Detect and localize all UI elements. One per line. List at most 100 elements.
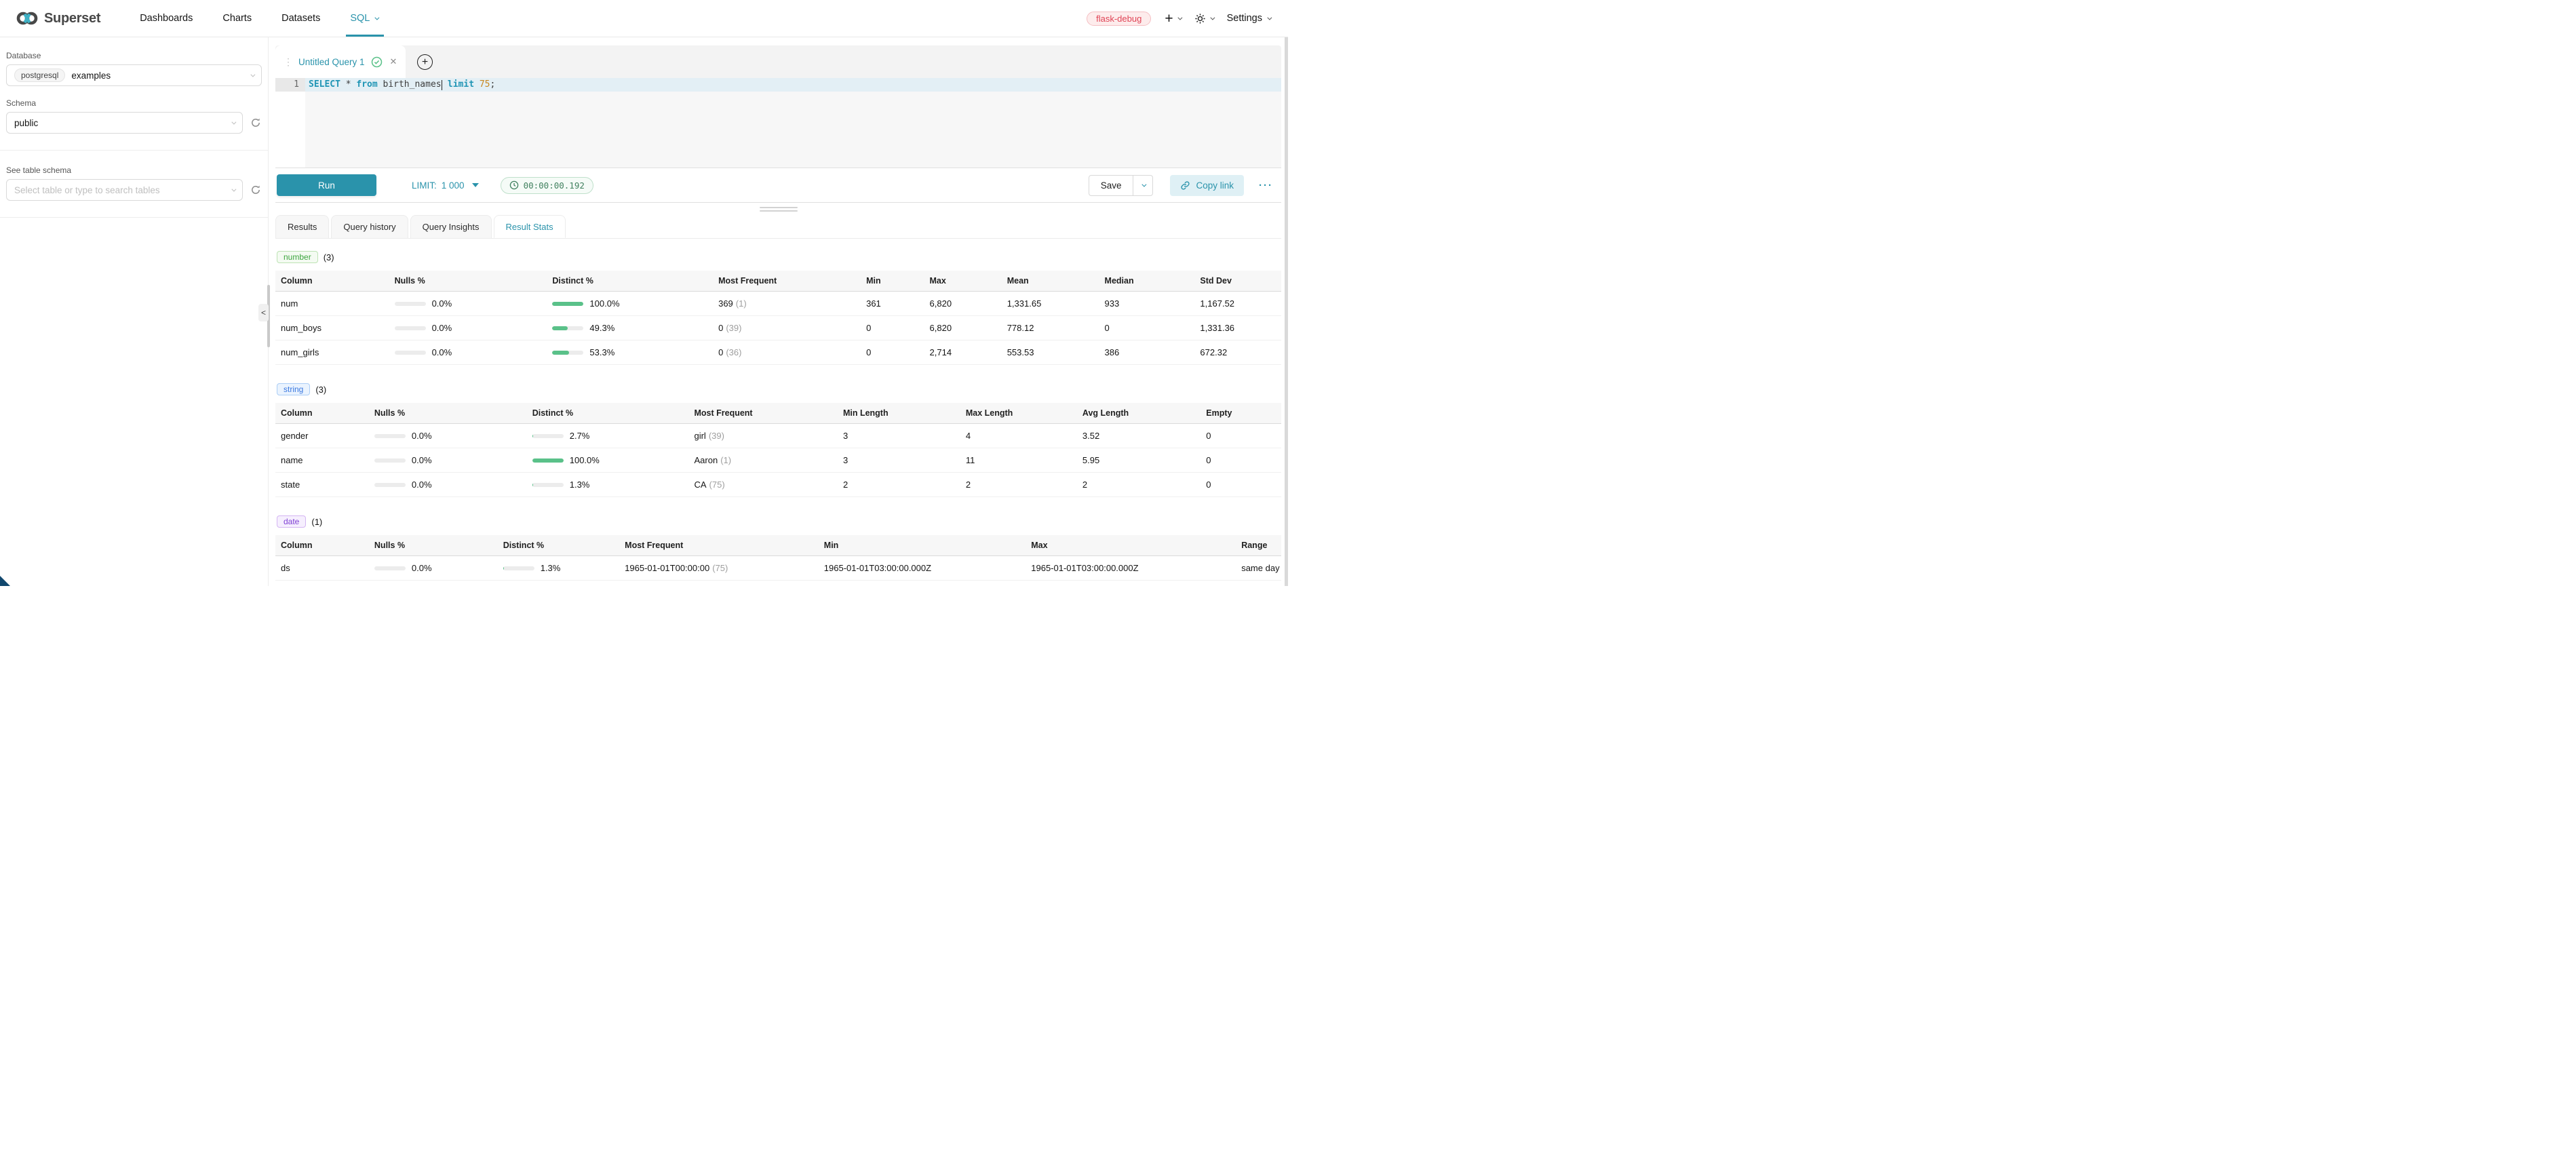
col-header: Std Dev [1194, 271, 1281, 292]
query-tab[interactable]: ⋮ Untitled Query 1 ✕ [275, 45, 406, 78]
editor-toolbar: Run LIMIT: 1 000 00:00:00.192 Save [275, 168, 1281, 203]
type-badge-date: date [277, 515, 306, 528]
collapse-sidebar-button[interactable]: < [258, 304, 269, 321]
nav-charts[interactable]: Charts [222, 13, 252, 24]
copy-link-button[interactable]: Copy link [1170, 175, 1244, 196]
limit-dropdown[interactable]: LIMIT: 1 000 [412, 180, 479, 191]
column-name: ds [275, 556, 369, 581]
tab-query-insights[interactable]: Query Insights [410, 215, 492, 238]
col-header: Nulls % [389, 271, 547, 292]
mouse-cursor-artifact [0, 576, 10, 586]
new-query-tab-button[interactable]: + [417, 54, 433, 70]
query-tab-title: Untitled Query 1 [298, 57, 365, 67]
type-badge-string: string [277, 383, 310, 395]
refresh-icon [250, 184, 261, 195]
distinct-bar [552, 302, 583, 306]
refresh-schemas-button[interactable] [250, 117, 262, 129]
sidebar-divider [0, 150, 268, 151]
chevron-down-icon [1210, 15, 1215, 20]
col-header: Max [924, 271, 1002, 292]
column-name: num_girls [275, 340, 389, 365]
tab-result-stats[interactable]: Result Stats [494, 215, 566, 238]
col-header: Most Frequent [713, 271, 861, 292]
content-area: Database postgresql examples Schema publ… [0, 37, 1288, 586]
chevron-down-icon [1267, 15, 1272, 20]
sql-number: 75 [480, 78, 490, 92]
sqllab-main-panel: ⋮ Untitled Query 1 ✕ + 1 [268, 37, 1288, 586]
distinct-bar [552, 326, 583, 330]
run-query-button[interactable]: Run [277, 174, 376, 196]
table-schema-label: See table schema [6, 165, 262, 175]
col-header: Column [275, 271, 389, 292]
col-header: Empty [1201, 403, 1281, 424]
col-header: Min [861, 271, 924, 292]
distinct-bar [532, 434, 564, 438]
settings-menu[interactable]: Settings [1227, 13, 1270, 24]
sql-keyword: limit [448, 78, 474, 92]
col-header: Distinct % [498, 535, 619, 556]
brand-name: Superset [44, 11, 100, 26]
table-select[interactable]: Select table or type to search tables [6, 179, 243, 201]
table-row: ds 0.0% 1.3% 1965-01-01T00:00:00(75) 196… [275, 556, 1281, 581]
table-row: gender 0.0% 2.7% girl(39) 3 4 3.52 0 [275, 424, 1281, 448]
sql-keyword: from [356, 78, 377, 92]
col-header: Mean [1002, 271, 1099, 292]
database-engine-badge: postgresql [14, 69, 65, 82]
col-header: Avg Length [1077, 403, 1201, 424]
distinct-bar [552, 351, 583, 355]
pane-resize-handle[interactable] [275, 203, 1281, 215]
limit-label: LIMIT: [412, 180, 437, 191]
page-scrollbar[interactable] [1285, 37, 1288, 586]
query-timer-badge: 00:00:00.192 [501, 177, 593, 194]
save-options-button[interactable] [1133, 175, 1153, 196]
col-header: Most Frequent [619, 535, 819, 556]
plus-icon: + [1165, 12, 1173, 26]
column-name: num_boys [275, 316, 389, 340]
table-header-row: Column Nulls % Distinct % Most Frequent … [275, 535, 1281, 556]
refresh-icon [250, 117, 261, 128]
nulls-bar [395, 351, 426, 355]
col-header: Nulls % [369, 403, 527, 424]
superset-logo[interactable]: Superset [16, 9, 100, 27]
type-badge-number: number [277, 251, 318, 263]
nav-datasets[interactable]: Datasets [281, 13, 320, 24]
distinct-bar [503, 566, 534, 570]
database-select[interactable]: postgresql examples [6, 64, 262, 86]
theme-toggle[interactable] [1194, 13, 1213, 24]
refresh-tables-button[interactable] [250, 184, 262, 196]
tab-results[interactable]: Results [275, 215, 329, 238]
sql-editor[interactable]: 1 SELECT * from birth_names limit 75 ; [275, 78, 1281, 168]
new-item-menu[interactable]: + [1165, 12, 1180, 26]
distinct-bar [532, 483, 564, 487]
col-header: Distinct % [527, 403, 689, 424]
nav-sql[interactable]: SQL [350, 13, 378, 24]
timer-value: 00:00:00.192 [524, 180, 585, 191]
stats-section-date: date (1) Column Nulls % Distinct % Most … [275, 515, 1281, 581]
plus-icon: + [422, 57, 428, 68]
sidebar-divider [0, 217, 268, 218]
sql-lab-page: Superset Dashboards Charts Datasets SQL … [0, 0, 1288, 586]
clock-icon [509, 180, 519, 190]
table-row: num_boys 0.0% 49.3% 0(39) 0 6,820 778.12… [275, 316, 1281, 340]
caret-down-icon [472, 183, 479, 187]
navbar-right: flask-debug + Settings [1087, 12, 1270, 26]
column-count: (1) [311, 517, 322, 527]
column-name: name [275, 448, 369, 473]
results-tab-bar: Results Query history Query Insights Res… [275, 215, 1281, 239]
column-name: state [275, 473, 369, 497]
close-tab-icon[interactable]: ✕ [390, 56, 397, 67]
tab-query-history[interactable]: Query history [331, 215, 408, 238]
sqllab-left-panel: Database postgresql examples Schema publ… [0, 37, 268, 586]
drag-handle-icon[interactable]: ⋮ [284, 56, 292, 68]
table-header-row: Column Nulls % Distinct % Most Frequent … [275, 271, 1281, 292]
nav-dashboards[interactable]: Dashboards [140, 13, 193, 24]
string-stats-table: Column Nulls % Distinct % Most Frequent … [275, 403, 1281, 497]
schema-label: Schema [6, 98, 262, 108]
chevron-down-icon [1177, 15, 1182, 20]
schema-select[interactable]: public [6, 112, 243, 134]
sun-icon [1194, 13, 1206, 24]
save-button[interactable]: Save [1089, 175, 1134, 196]
line-number: 1 [275, 78, 305, 92]
chevron-down-icon [375, 15, 380, 20]
more-actions-button[interactable]: ··· [1259, 180, 1273, 191]
